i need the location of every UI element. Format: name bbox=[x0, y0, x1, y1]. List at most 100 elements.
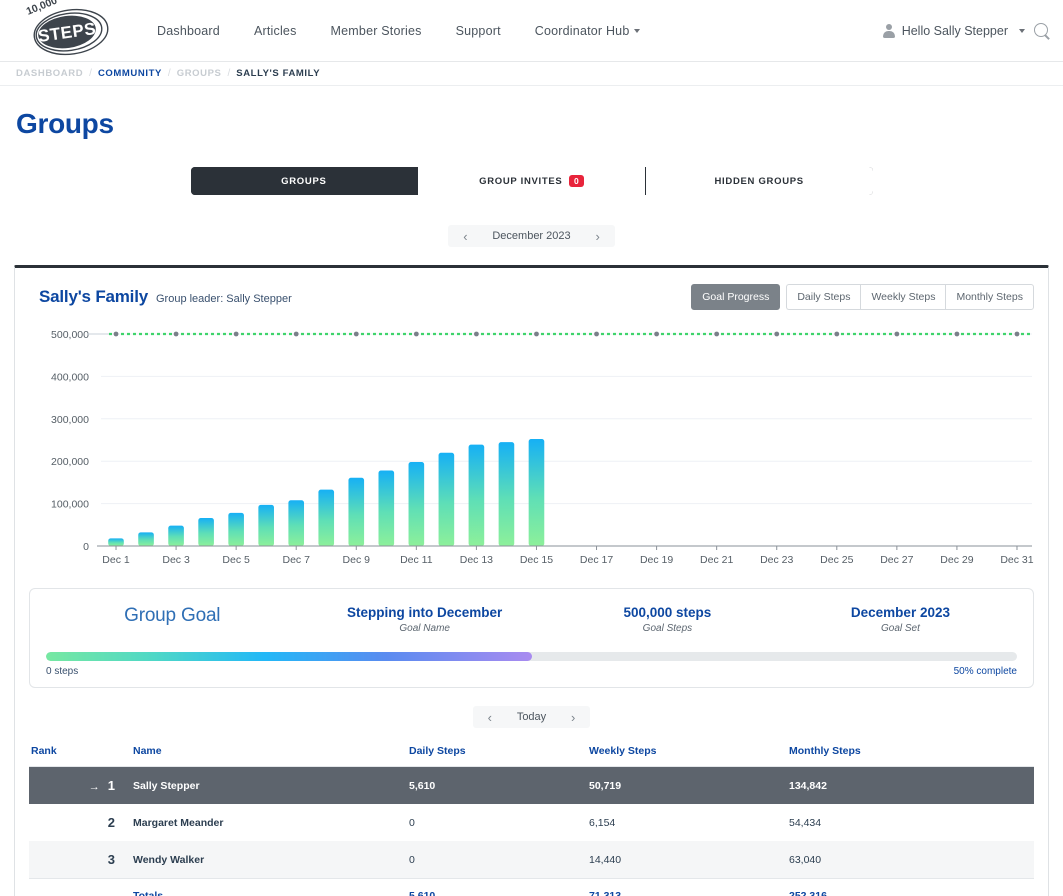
row-name-cell: Margaret Meander bbox=[133, 816, 224, 829]
table-row[interactable]: → 1 Sally Stepper 5,610 50,719 134,842 bbox=[29, 766, 1034, 805]
row-monthly-steps-cell: 63,040 bbox=[789, 853, 822, 866]
day-prev-button[interactable]: ‹ bbox=[477, 711, 503, 724]
row-daily-steps-cell: 0 bbox=[409, 853, 415, 866]
day-pager-inner: ‹ Today › bbox=[472, 706, 591, 728]
chart-toggle-monthly-steps[interactable]: Monthly Steps bbox=[945, 284, 1034, 310]
svg-text:Dec 15: Dec 15 bbox=[520, 554, 553, 566]
svg-text:200,000: 200,000 bbox=[51, 456, 89, 468]
svg-text:Dec 21: Dec 21 bbox=[700, 554, 733, 566]
tab-group-invites[interactable]: GROUP INVITES 0 bbox=[418, 167, 646, 195]
svg-text:500,000: 500,000 bbox=[51, 329, 89, 341]
breadcrumb-separator: / bbox=[167, 68, 171, 79]
tab-hidden-groups-label: HIDDEN GROUPS bbox=[714, 175, 804, 187]
totals-daily-steps-cell: 5,610 bbox=[409, 878, 589, 896]
row-rank-cell: 2 bbox=[29, 804, 129, 841]
chart-toggle-weekly-steps[interactable]: Weekly Steps bbox=[860, 284, 946, 310]
nav-item-support-label: Support bbox=[455, 23, 501, 38]
column-header-weekly-steps[interactable]: Weekly Steps bbox=[589, 738, 789, 767]
chart-x-axis bbox=[97, 545, 1032, 550]
tab-groups[interactable]: GROUPS bbox=[190, 167, 419, 195]
column-header-monthly-steps[interactable]: Monthly Steps bbox=[789, 738, 1034, 767]
goal-steps-label: Goal Steps bbox=[642, 623, 693, 634]
goal-name-label: Goal Name bbox=[399, 623, 450, 634]
breadcrumb-item-groups[interactable]: GROUPS bbox=[177, 68, 222, 79]
column-header-daily-steps[interactable]: Daily Steps bbox=[409, 738, 589, 767]
breadcrumb-item-dashboard[interactable]: DASHBOARD bbox=[16, 68, 83, 79]
day-pager: ‹ Today › bbox=[27, 706, 1036, 728]
tab-hidden-groups[interactable]: HIDDEN GROUPS bbox=[645, 167, 873, 195]
tabs-row: GROUPS GROUP INVITES 0 HIDDEN GROUPS bbox=[0, 167, 1063, 195]
goal-progress-chart: 0 100,000 200,000 300,000 400,000 500,000 Dec… bbox=[29, 324, 1034, 576]
row-name-cell: Sally Stepper bbox=[133, 779, 200, 792]
chart-x-axis-labels: Dec 1 Dec 3 Dec 5 Dec 7 Dec 9 Dec 11 Dec 13 Dec… bbox=[102, 554, 1033, 566]
day-next-button[interactable]: › bbox=[560, 711, 586, 724]
chart-toggle-daily-steps[interactable]: Daily Steps bbox=[786, 284, 861, 310]
svg-text:300,000: 300,000 bbox=[51, 414, 89, 426]
nav-item-member-stories[interactable]: Member Stories bbox=[314, 16, 439, 46]
goal-progress-fill bbox=[46, 652, 532, 661]
rank-value: 2 bbox=[107, 815, 115, 830]
chevron-down-icon bbox=[634, 29, 641, 34]
goal-name-col: Stepping into December Goal Name bbox=[298, 605, 550, 634]
month-prev-button[interactable]: ‹ bbox=[452, 230, 478, 243]
breadcrumb-item-community[interactable]: COMMUNITY bbox=[98, 68, 162, 79]
group-name: Sally's Family bbox=[39, 287, 148, 306]
nav-item-support[interactable]: Support bbox=[439, 16, 518, 46]
goal-columns: Group Goal Stepping into December Goal N… bbox=[46, 605, 1017, 634]
chart-toggle-goal-progress[interactable]: Goal Progress bbox=[691, 284, 781, 310]
breadcrumb-item-sallys-family: SALLY'S FAMILY bbox=[236, 68, 321, 79]
goal-set-value: December 2023 bbox=[850, 605, 950, 620]
svg-text:Dec 17: Dec 17 bbox=[580, 554, 613, 566]
group-leader-label: Group leader: Sally Stepper bbox=[155, 293, 292, 305]
nav-item-coordinator-hub[interactable]: Coordinator Hub bbox=[518, 16, 658, 46]
nav-item-articles-label: Articles bbox=[253, 23, 297, 38]
row-rank-cell: 3 bbox=[29, 841, 129, 879]
group-invites-count-badge: 0 bbox=[569, 175, 584, 187]
goal-set-col: December 2023 Goal Set bbox=[784, 605, 1017, 634]
user-greeting-label: Hello Sally Stepper bbox=[901, 24, 1008, 38]
svg-text:Dec 25: Dec 25 bbox=[820, 554, 853, 566]
month-pager-inner: ‹ December 2023 › bbox=[448, 225, 615, 247]
main-nav-links: Dashboard Articles Member Stories Suppor… bbox=[140, 16, 657, 46]
svg-text:Dec 1: Dec 1 bbox=[102, 554, 130, 566]
rank-value: 3 bbox=[107, 852, 115, 867]
row-rank-cell: → 1 bbox=[29, 767, 129, 805]
rank-value: 1 bbox=[107, 778, 115, 793]
nav-item-articles[interactable]: Articles bbox=[237, 16, 314, 46]
logo-icon: STEPS 10,000 bbox=[25, 0, 109, 55]
month-next-button[interactable]: › bbox=[585, 230, 611, 243]
month-pager-label: December 2023 bbox=[492, 230, 571, 242]
row-monthly-steps-cell: 54,434 bbox=[789, 816, 822, 829]
search-icon[interactable] bbox=[1034, 22, 1051, 40]
site-logo[interactable]: STEPS 10,000 bbox=[14, 0, 124, 61]
svg-text:Dec 19: Dec 19 bbox=[640, 554, 673, 566]
svg-text:100,000: 100,000 bbox=[51, 499, 89, 511]
top-navigation-bar: STEPS 10,000 Dashboard Articles Member S… bbox=[0, 0, 1063, 62]
group-card: Sally's Family Group leader: Sally Stepp… bbox=[14, 265, 1049, 896]
row-weekly-steps-cell: 6,154 bbox=[589, 816, 616, 829]
nav-item-dashboard[interactable]: Dashboard bbox=[140, 16, 237, 46]
breadcrumb-separator: / bbox=[227, 68, 231, 79]
chart-svg: 0 100,000 200,000 300,000 400,000 500,000 Dec… bbox=[51, 329, 1034, 566]
row-daily-steps-cell: 0 bbox=[409, 816, 415, 829]
user-menu[interactable]: Hello Sally Stepper bbox=[883, 23, 1025, 39]
svg-text:Dec 9: Dec 9 bbox=[343, 554, 371, 566]
day-pager-label: Today bbox=[516, 711, 547, 723]
tab-group: GROUPS GROUP INVITES 0 HIDDEN GROUPS bbox=[190, 167, 873, 195]
column-header-name[interactable]: Name bbox=[129, 738, 409, 767]
svg-text:Dec 7: Dec 7 bbox=[282, 554, 310, 566]
table-header: Rank Name Daily Steps Weekly Steps Month… bbox=[29, 738, 1034, 767]
svg-text:Dec 11: Dec 11 bbox=[400, 554, 433, 566]
goal-progress-bar bbox=[46, 652, 1017, 661]
person-icon bbox=[883, 23, 896, 39]
table-row[interactable]: 3 Wendy Walker 0 14,440 63,040 bbox=[29, 841, 1034, 879]
goal-name-value: Stepping into December bbox=[347, 605, 503, 620]
breadcrumb-separator: / bbox=[89, 68, 92, 79]
column-header-rank[interactable]: Rank bbox=[29, 738, 129, 767]
chevron-down-icon bbox=[1019, 29, 1025, 33]
breadcrumb: DASHBOARD / COMMUNITY / GROUPS / SALLY'S… bbox=[0, 62, 1063, 86]
table-row[interactable]: 2 Margaret Meander 0 6,154 54,434 bbox=[29, 804, 1034, 841]
nav-item-dashboard-label: Dashboard bbox=[157, 23, 220, 38]
goal-steps-value: 500,000 steps bbox=[623, 605, 712, 620]
totals-label-cell: Totals bbox=[129, 878, 409, 896]
